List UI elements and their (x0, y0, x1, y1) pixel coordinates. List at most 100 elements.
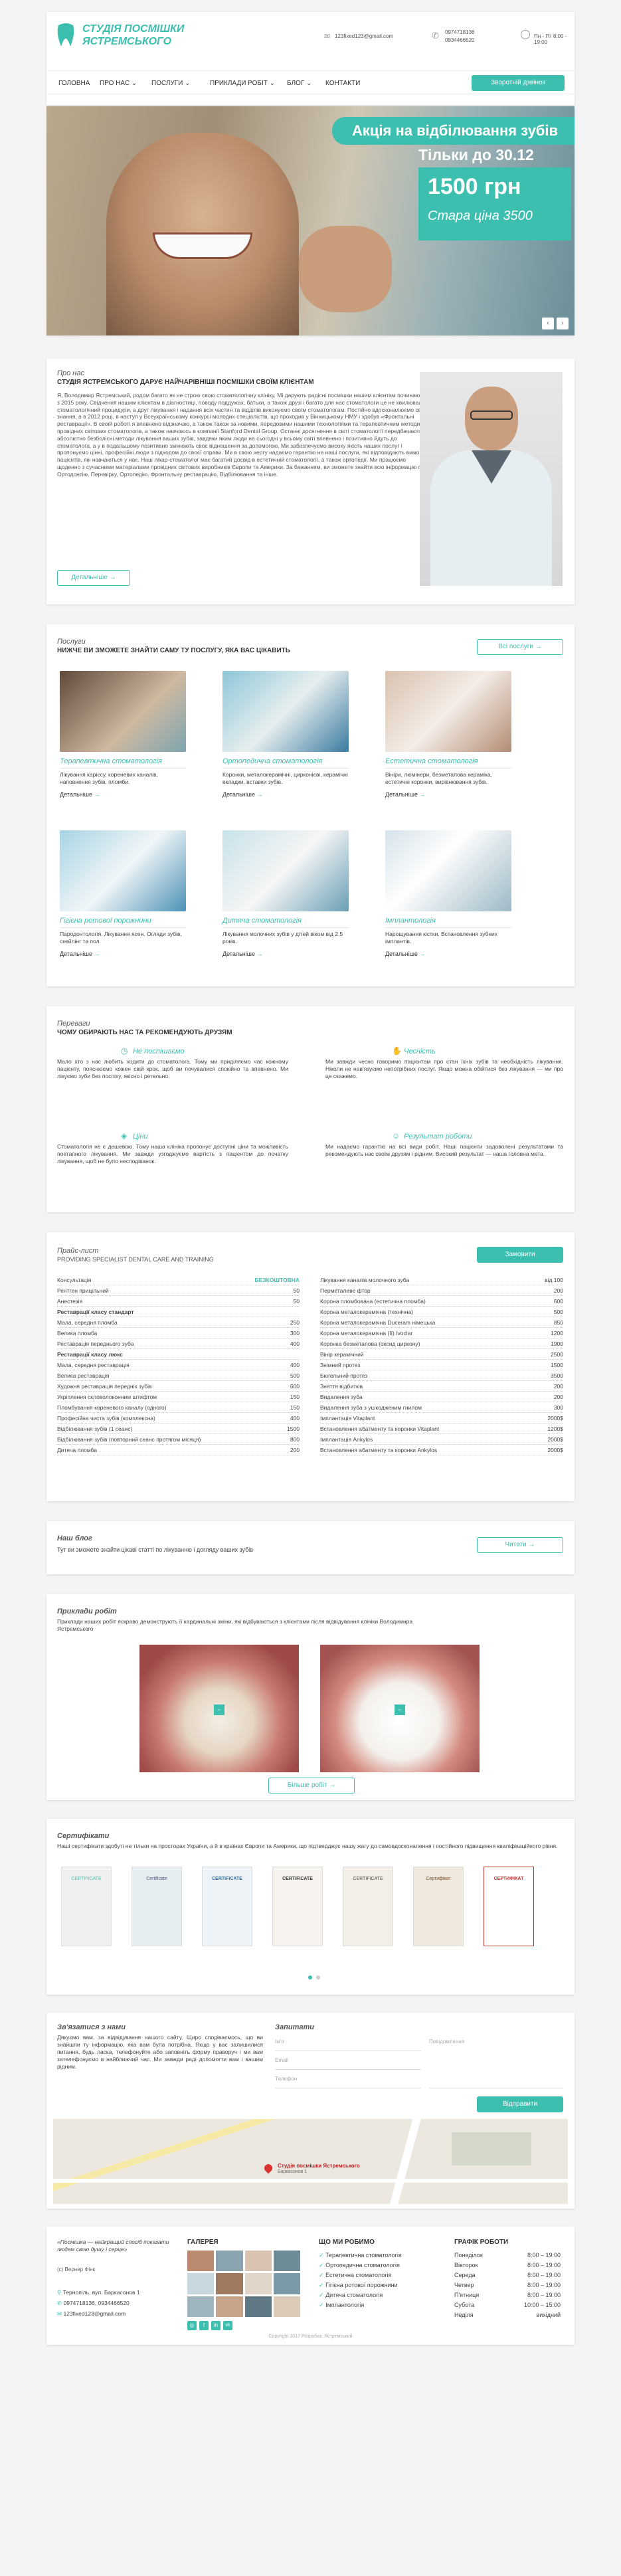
price-row: Знімний протез 1500 (320, 1360, 563, 1370)
gallery-thumb[interactable] (187, 2296, 215, 2317)
gallery-thumb[interactable] (187, 2251, 215, 2272)
nav-services[interactable]: ПОСЛУГИ ⌄ (151, 80, 191, 87)
price-item-name: Укріплення скловолоконним штифтом (57, 1394, 157, 1400)
nav-about[interactable]: ПРО НАС ⌄ (100, 80, 137, 87)
service-card-therapeutic[interactable]: Терапевтична стоматологія Лікування карі… (60, 671, 186, 798)
price-item-name: Мала, середня пломба (57, 1319, 118, 1326)
nav-home[interactable]: ГОЛОВНА (58, 80, 90, 87)
footer-service-link[interactable]: ✓ Естетична стоматологія (319, 2270, 402, 2280)
email-field[interactable]: Email (275, 2057, 421, 2070)
slider-dot[interactable] (316, 1976, 320, 1979)
hero-photo-hand (299, 226, 392, 312)
certificate-5[interactable]: CERTIFICATE (343, 1867, 393, 1946)
chevron-down-icon: ⌄ (131, 80, 137, 87)
phone-field[interactable]: Телефон (275, 2075, 421, 2088)
name-field[interactable]: Ім'я (275, 2038, 421, 2051)
price-row: Встановлення абатменту та коронки Vitapl… (320, 1424, 563, 1434)
benefit-title: Ціни (133, 1133, 148, 1141)
service-more-link[interactable]: Детальніше (222, 791, 349, 798)
footer-quote-author: (с) Вернер Фінк (57, 2266, 96, 2272)
service-card-children[interactable]: Дитяча стоматологія Лікування молочних з… (222, 830, 349, 957)
instagram-icon[interactable]: ◎ (187, 2321, 197, 2330)
service-more-link[interactable]: Детальніше (60, 791, 186, 798)
gallery-thumb[interactable] (244, 2273, 272, 2294)
map[interactable]: Студія посмішки Ястремського Баркасонов … (53, 2119, 568, 2204)
facebook-icon[interactable]: f (199, 2321, 209, 2330)
callback-button[interactable]: Зворотній дзвінок (472, 75, 565, 91)
chevron-down-icon: ⌄ (185, 80, 191, 87)
slider-prev-button[interactable]: ‹ (542, 318, 554, 329)
about-section: Про нас СТУДІЯ ЯСТРЕМСЬКОГО ДАРУЄ НАЙЧАР… (46, 359, 575, 604)
service-title: Імплантологія (385, 917, 511, 928)
nav-contacts[interactable]: КОНТАКТИ (325, 80, 360, 87)
email-link[interactable]: 123fixed123@gmail.com (335, 33, 393, 39)
price-row: Бюгельний протез 3500 (320, 1370, 563, 1381)
price-item-name: Пломбування кореневого каналу (одного) (57, 1404, 167, 1411)
service-title: Гігієна ротової порожнини (60, 917, 186, 928)
all-services-button[interactable]: Всі послуги (477, 639, 563, 655)
certificate-7[interactable]: СЕРТИФІКАТ (484, 1867, 534, 1946)
read-button[interactable]: Читати (477, 1537, 563, 1553)
price-row: Реставрація переднього зуба 400 (57, 1338, 300, 1349)
linkedin-icon[interactable]: in (211, 2321, 221, 2330)
certificate-6[interactable]: Сертифікат (413, 1867, 464, 1946)
price-item-name: Видалення зуба (320, 1394, 363, 1400)
footer-service-link[interactable]: ✓ Терапевтична стоматологія (319, 2251, 402, 2260)
compare-handle-icon[interactable]: ⇔ (395, 1704, 405, 1715)
certificate-4[interactable]: CERTIFICATE (272, 1867, 323, 1946)
gallery-thumb[interactable] (244, 2296, 272, 2317)
vk-icon[interactable]: vk (223, 2321, 232, 2330)
about-more-button[interactable]: Детальніше (57, 570, 130, 586)
address: ⚲ Тернопіль, вул. Баркасонов 1 (57, 2289, 140, 2296)
nav-blog[interactable]: БЛОГ ⌄ (287, 80, 312, 87)
gallery-thumb[interactable] (273, 2251, 300, 2272)
benefits-title: ЧОМУ ОБИРАЮТЬ НАС ТА РЕКОМЕНДУЮТЬ ДРУЗЯМ (57, 1029, 232, 1036)
service-more-link[interactable]: Детальніше (222, 951, 349, 957)
message-field[interactable]: Повідомлення (429, 2038, 563, 2088)
map-pin-icon[interactable] (262, 2162, 274, 2174)
service-more-link[interactable]: Детальніше (60, 951, 186, 957)
contact-section: Зв'язатися з нами Дякуємо вам, за відвід… (46, 2013, 575, 2209)
price-row: Дитяча пломба 200 (57, 1445, 300, 1455)
gallery-thumb[interactable] (216, 2273, 243, 2294)
service-more-link[interactable]: Детальніше (385, 951, 511, 957)
phone-icon: ✆ (432, 31, 439, 41)
gallery-thumb[interactable] (187, 2273, 215, 2294)
price-row: Консультація БЕЗКОШТОВНА (57, 1275, 300, 1285)
location-icon: ⚲ (57, 2289, 62, 2296)
phone-1[interactable]: 0974718136 (445, 29, 475, 35)
service-card-orthopedic[interactable]: Ортопедична стоматологія Коронки, метало… (222, 671, 349, 798)
certificate-2[interactable]: Certificate (132, 1867, 182, 1946)
slider-dot-active[interactable] (308, 1976, 312, 1979)
phone-2[interactable]: 0934466520 (445, 37, 475, 43)
gallery-thumb[interactable] (244, 2251, 272, 2272)
more-works-button[interactable]: Більше робіт (268, 1778, 355, 1794)
footer-service-link[interactable]: ✓ Ортопедична стоматологія (319, 2260, 402, 2270)
service-more-link[interactable]: Детальніше (385, 791, 511, 798)
footer-email[interactable]: ✉ 123fixed123@gmail.com (57, 2310, 126, 2318)
order-button[interactable]: Замовити (477, 1247, 563, 1263)
send-button[interactable]: Відправити (477, 2096, 563, 2112)
logo[interactable]: Студія посмішки Ястремського (56, 20, 209, 50)
price-box: 1500 грн Стара ціна 3500 (418, 167, 571, 240)
service-desc: Нарощування кістки. Встановлення зубних … (385, 931, 498, 945)
gallery-thumb[interactable] (216, 2251, 243, 2272)
service-card-hygiene[interactable]: Гігієна ротової порожнини Пародонтологія… (60, 830, 186, 957)
service-card-implant[interactable]: Імплантологія Нарощування кістки. Встано… (385, 830, 511, 957)
compare-handle-icon[interactable]: ⇔ (214, 1704, 224, 1715)
gallery-thumb[interactable] (273, 2273, 300, 2294)
service-card-aesthetic[interactable]: Естетична стоматологія Вініри, люмінери,… (385, 671, 511, 798)
price-row: Велика пломба 300 (57, 1328, 300, 1338)
footer-service-link[interactable]: ✓ Гігієна ротової порожнини (319, 2280, 402, 2290)
gallery-thumb[interactable] (216, 2296, 243, 2317)
certificate-1[interactable]: CERTIFICATE (61, 1867, 112, 1946)
price-item-value: 150 (290, 1404, 300, 1411)
footer-service-link[interactable]: ✓ Дитяча стоматологія (319, 2290, 402, 2300)
certificate-3[interactable]: CERTIFICATE (202, 1867, 252, 1946)
nav-works[interactable]: ПРИКЛАДИ РОБІТ ⌄ (210, 80, 275, 87)
footer-quote: «Посмішка — найкращий спосіб показати лю… (57, 2239, 169, 2253)
gallery-thumb[interactable] (273, 2296, 300, 2317)
footer-service-link[interactable]: ✓ Імплантологія (319, 2300, 402, 2310)
slider-next-button[interactable]: › (557, 318, 569, 329)
price-item-value: 2000$ (547, 1447, 563, 1453)
